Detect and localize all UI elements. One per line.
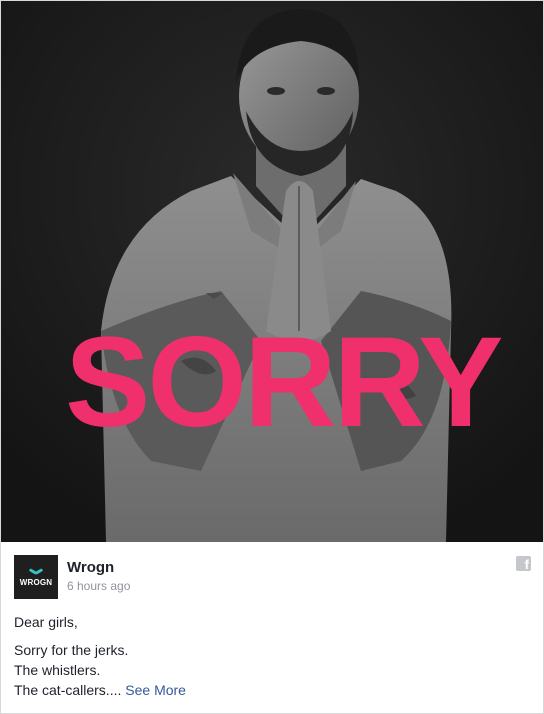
post-line-last: The cat-callers.... See More <box>14 680 524 700</box>
post-line-text: The cat-callers.... <box>14 682 122 698</box>
page-name-link[interactable]: Wrogn <box>67 559 114 576</box>
post-line: Dear girls, <box>14 614 78 630</box>
post-timestamp[interactable]: 6 hours ago <box>67 579 130 593</box>
post-text: Dear girls, Sorry for the jerks. The whi… <box>14 612 524 700</box>
facebook-icon[interactable]: f <box>516 556 531 571</box>
portrait-illustration <box>1 1 543 542</box>
post-image[interactable]: SORRY <box>1 1 543 542</box>
post-card: SORRY WROGN Wrogn 6 hours ago f Dear gir… <box>0 0 544 714</box>
post-line: The whistlers. <box>14 662 101 678</box>
see-more-link[interactable]: See More <box>125 682 186 698</box>
logo-wordmark: WROGN <box>19 577 53 587</box>
sorry-headline: SORRY <box>65 311 503 454</box>
post-line: Sorry for the jerks. <box>14 642 129 658</box>
brand-mark-icon <box>29 568 43 576</box>
page-avatar[interactable]: WROGN <box>14 555 58 599</box>
